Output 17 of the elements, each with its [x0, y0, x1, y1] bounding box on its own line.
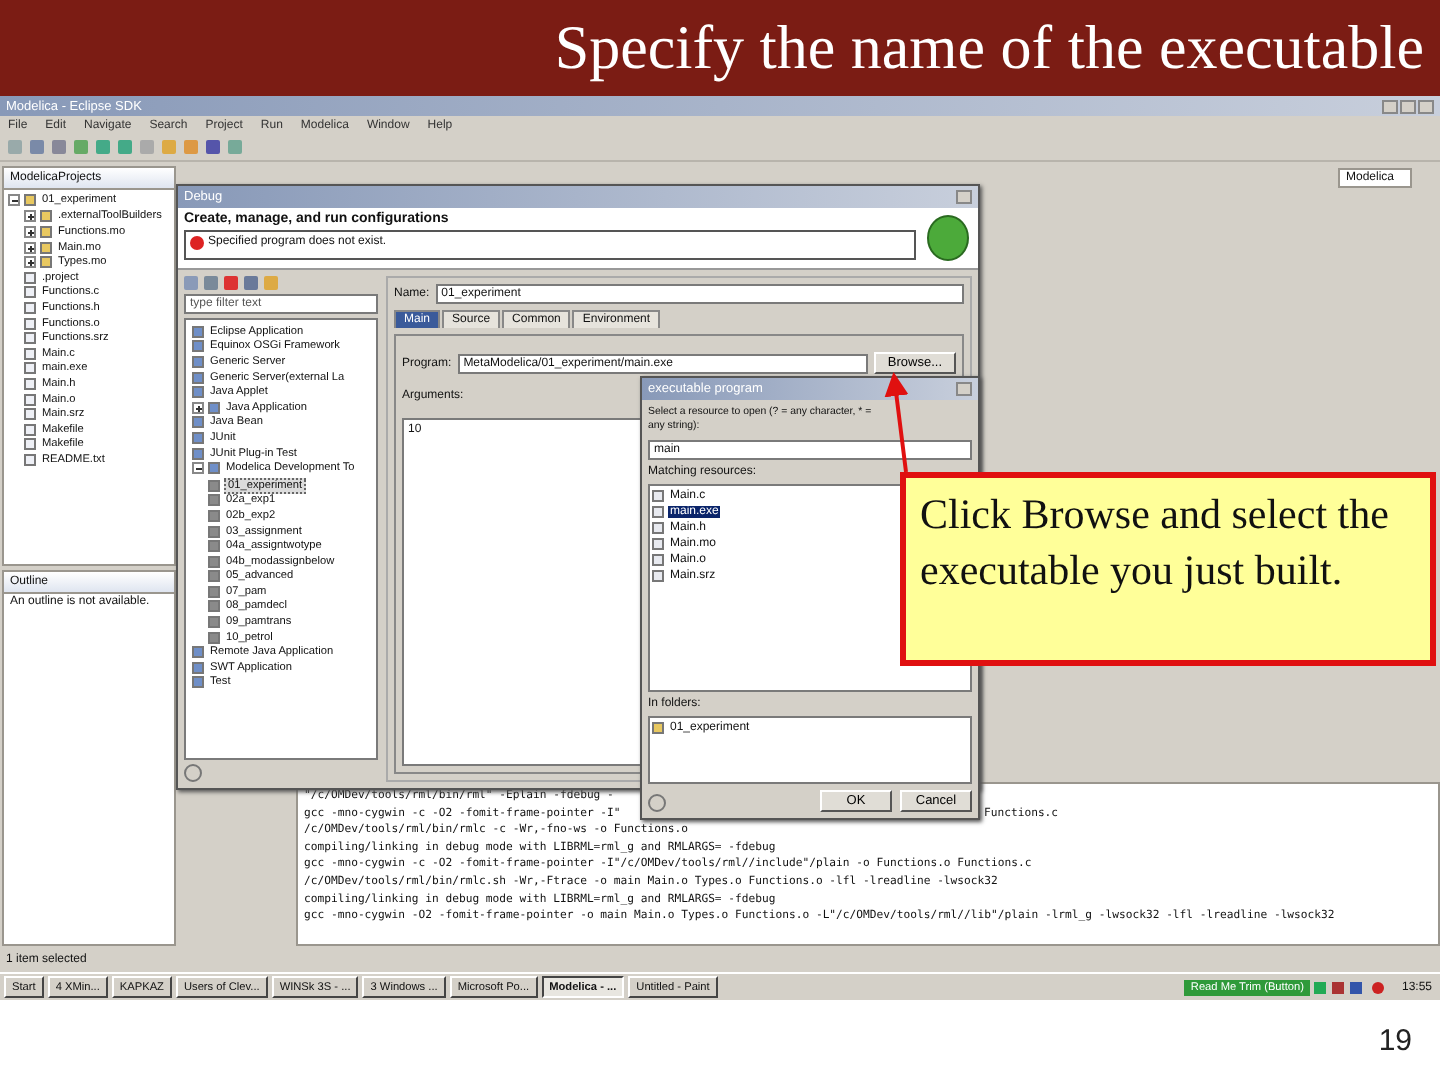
page-number: 19 — [1378, 1023, 1412, 1057]
error-icon — [190, 236, 204, 250]
arrow — [884, 372, 909, 473]
slide-title: Specify the name of the executable — [554, 12, 1424, 84]
expand-icon[interactable] — [24, 241, 36, 254]
expand-icon[interactable] — [192, 401, 204, 414]
maximize-button[interactable] — [1400, 99, 1416, 113]
minimize-button[interactable] — [1382, 99, 1398, 113]
collapse-icon[interactable] — [8, 193, 20, 206]
expand-icon[interactable] — [24, 210, 36, 223]
callout-text: Click Browse and select the executable you just built. — [900, 472, 1436, 666]
expand-icon[interactable] — [24, 256, 36, 269]
close-button[interactable] — [1418, 99, 1434, 113]
collapse-icon[interactable] — [192, 462, 204, 475]
expand-icon[interactable] — [24, 225, 36, 238]
close-button[interactable] — [956, 382, 972, 396]
close-button[interactable] — [956, 190, 972, 204]
